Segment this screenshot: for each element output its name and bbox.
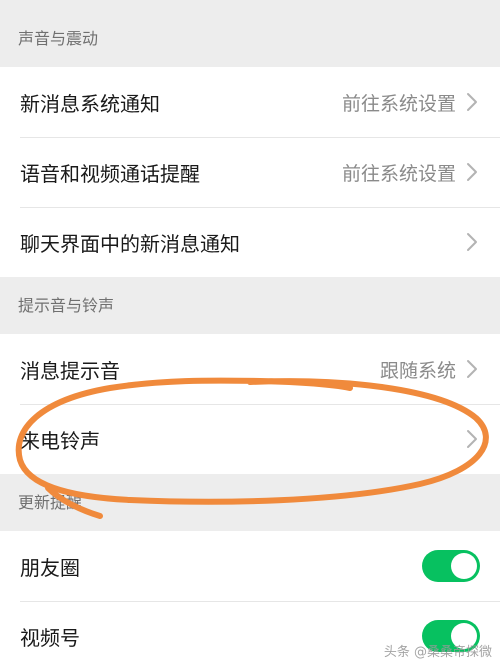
- top-spacer: [0, 0, 500, 10]
- chevron-right-icon: [467, 163, 477, 181]
- setting-label: 新消息系统通知: [20, 91, 160, 116]
- moments-toggle-switch[interactable]: [422, 550, 480, 582]
- setting-label: 语音和视频通话提醒: [20, 161, 200, 186]
- watermark: 头条 @桑桑帝探微: [383, 645, 492, 660]
- setting-label: 来电铃声: [20, 428, 100, 453]
- setting-label: 聊天界面中的新消息通知: [20, 231, 240, 256]
- section-header-updates: 更新提醒: [0, 474, 500, 531]
- setting-label: 朋友圈: [20, 555, 80, 580]
- chevron-right-icon: [467, 430, 477, 448]
- chevron-right-icon: [467, 233, 477, 251]
- setting-value: 前往系统设置: [341, 162, 456, 185]
- section-header-tones: 提示音与铃声: [0, 277, 500, 334]
- setting-label: 视频号: [20, 625, 80, 650]
- setting-row-new-message-system[interactable]: 新消息系统通知 前往系统设置: [0, 67, 500, 137]
- setting-value: 跟随系统: [379, 359, 456, 382]
- wechat-notification-settings: 声音与震动 新消息系统通知 前往系统设置 语音和视频通话提醒 前往系统设置 聊天…: [0, 0, 500, 666]
- settings-group-tones: 消息提示音 跟随系统 来电铃声: [0, 334, 500, 474]
- settings-group-sound-vibration: 新消息系统通知 前往系统设置 语音和视频通话提醒 前往系统设置 聊天界面中的新消…: [0, 67, 500, 277]
- toggle-knob: [451, 553, 477, 579]
- chevron-right-icon: [467, 360, 477, 378]
- setting-value: 前往系统设置: [341, 92, 456, 115]
- setting-row-ringtone[interactable]: 来电铃声: [0, 404, 500, 474]
- setting-row-moments: 朋友圈: [0, 531, 500, 601]
- chevron-right-icon: [467, 93, 477, 111]
- section-header-sound-vibration: 声音与震动: [0, 10, 500, 67]
- setting-label: 消息提示音: [20, 358, 120, 383]
- setting-row-voice-video-call[interactable]: 语音和视频通话提醒 前往系统设置: [0, 137, 500, 207]
- setting-row-in-chat-notification[interactable]: 聊天界面中的新消息通知: [0, 207, 500, 277]
- setting-row-message-tone[interactable]: 消息提示音 跟随系统: [0, 334, 500, 404]
